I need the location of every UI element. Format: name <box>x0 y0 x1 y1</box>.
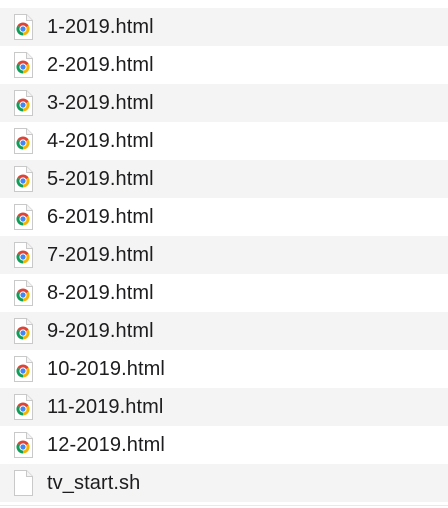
file-row[interactable]: 6-2019.html <box>0 198 448 236</box>
file-row[interactable]: 9-2019.html <box>0 312 448 350</box>
chrome-document-icon <box>12 204 34 230</box>
file-name: 9-2019.html <box>47 319 154 342</box>
file-name: 5-2019.html <box>47 167 154 190</box>
chrome-document-icon <box>12 90 34 116</box>
file-row[interactable]: 7-2019.html <box>0 236 448 274</box>
file-row[interactable]: tv_start.sh <box>0 464 448 502</box>
file-name: 1-2019.html <box>47 15 154 38</box>
chrome-document-icon <box>12 14 34 40</box>
chrome-document-icon <box>12 166 34 192</box>
file-name: 6-2019.html <box>47 205 154 228</box>
file-name: 7-2019.html <box>47 243 154 266</box>
file-name: 12-2019.html <box>47 433 165 456</box>
file-row[interactable]: 3-2019.html <box>0 84 448 122</box>
file-name: 11-2019.html <box>47 395 164 418</box>
file-row[interactable]: 4-2019.html <box>0 122 448 160</box>
list-bottom-divider <box>0 505 448 506</box>
file-name: 10-2019.html <box>47 357 165 380</box>
chrome-document-icon <box>12 280 34 306</box>
file-row[interactable]: 1-2019.html <box>0 8 448 46</box>
chrome-document-icon <box>12 318 34 344</box>
file-name: 8-2019.html <box>47 281 154 304</box>
chrome-document-icon <box>12 394 34 420</box>
file-name: 4-2019.html <box>47 129 154 152</box>
file-row[interactable]: 11-2019.html <box>0 388 448 426</box>
blank-document-icon <box>12 470 34 496</box>
chrome-document-icon <box>12 432 34 458</box>
file-name: tv_start.sh <box>47 471 141 494</box>
file-row[interactable]: 2-2019.html <box>0 46 448 84</box>
chrome-document-icon <box>12 242 34 268</box>
file-row[interactable]: 8-2019.html <box>0 274 448 312</box>
chrome-document-icon <box>12 356 34 382</box>
file-list: 1-2019.html 2-2019.html 3-2019.html 4-20… <box>0 0 448 508</box>
file-row[interactable]: 5-2019.html <box>0 160 448 198</box>
file-name: 2-2019.html <box>47 53 154 76</box>
chrome-document-icon <box>12 128 34 154</box>
file-name: 3-2019.html <box>47 91 154 114</box>
file-row[interactable]: 12-2019.html <box>0 426 448 464</box>
file-row[interactable]: 10-2019.html <box>0 350 448 388</box>
chrome-document-icon <box>12 52 34 78</box>
